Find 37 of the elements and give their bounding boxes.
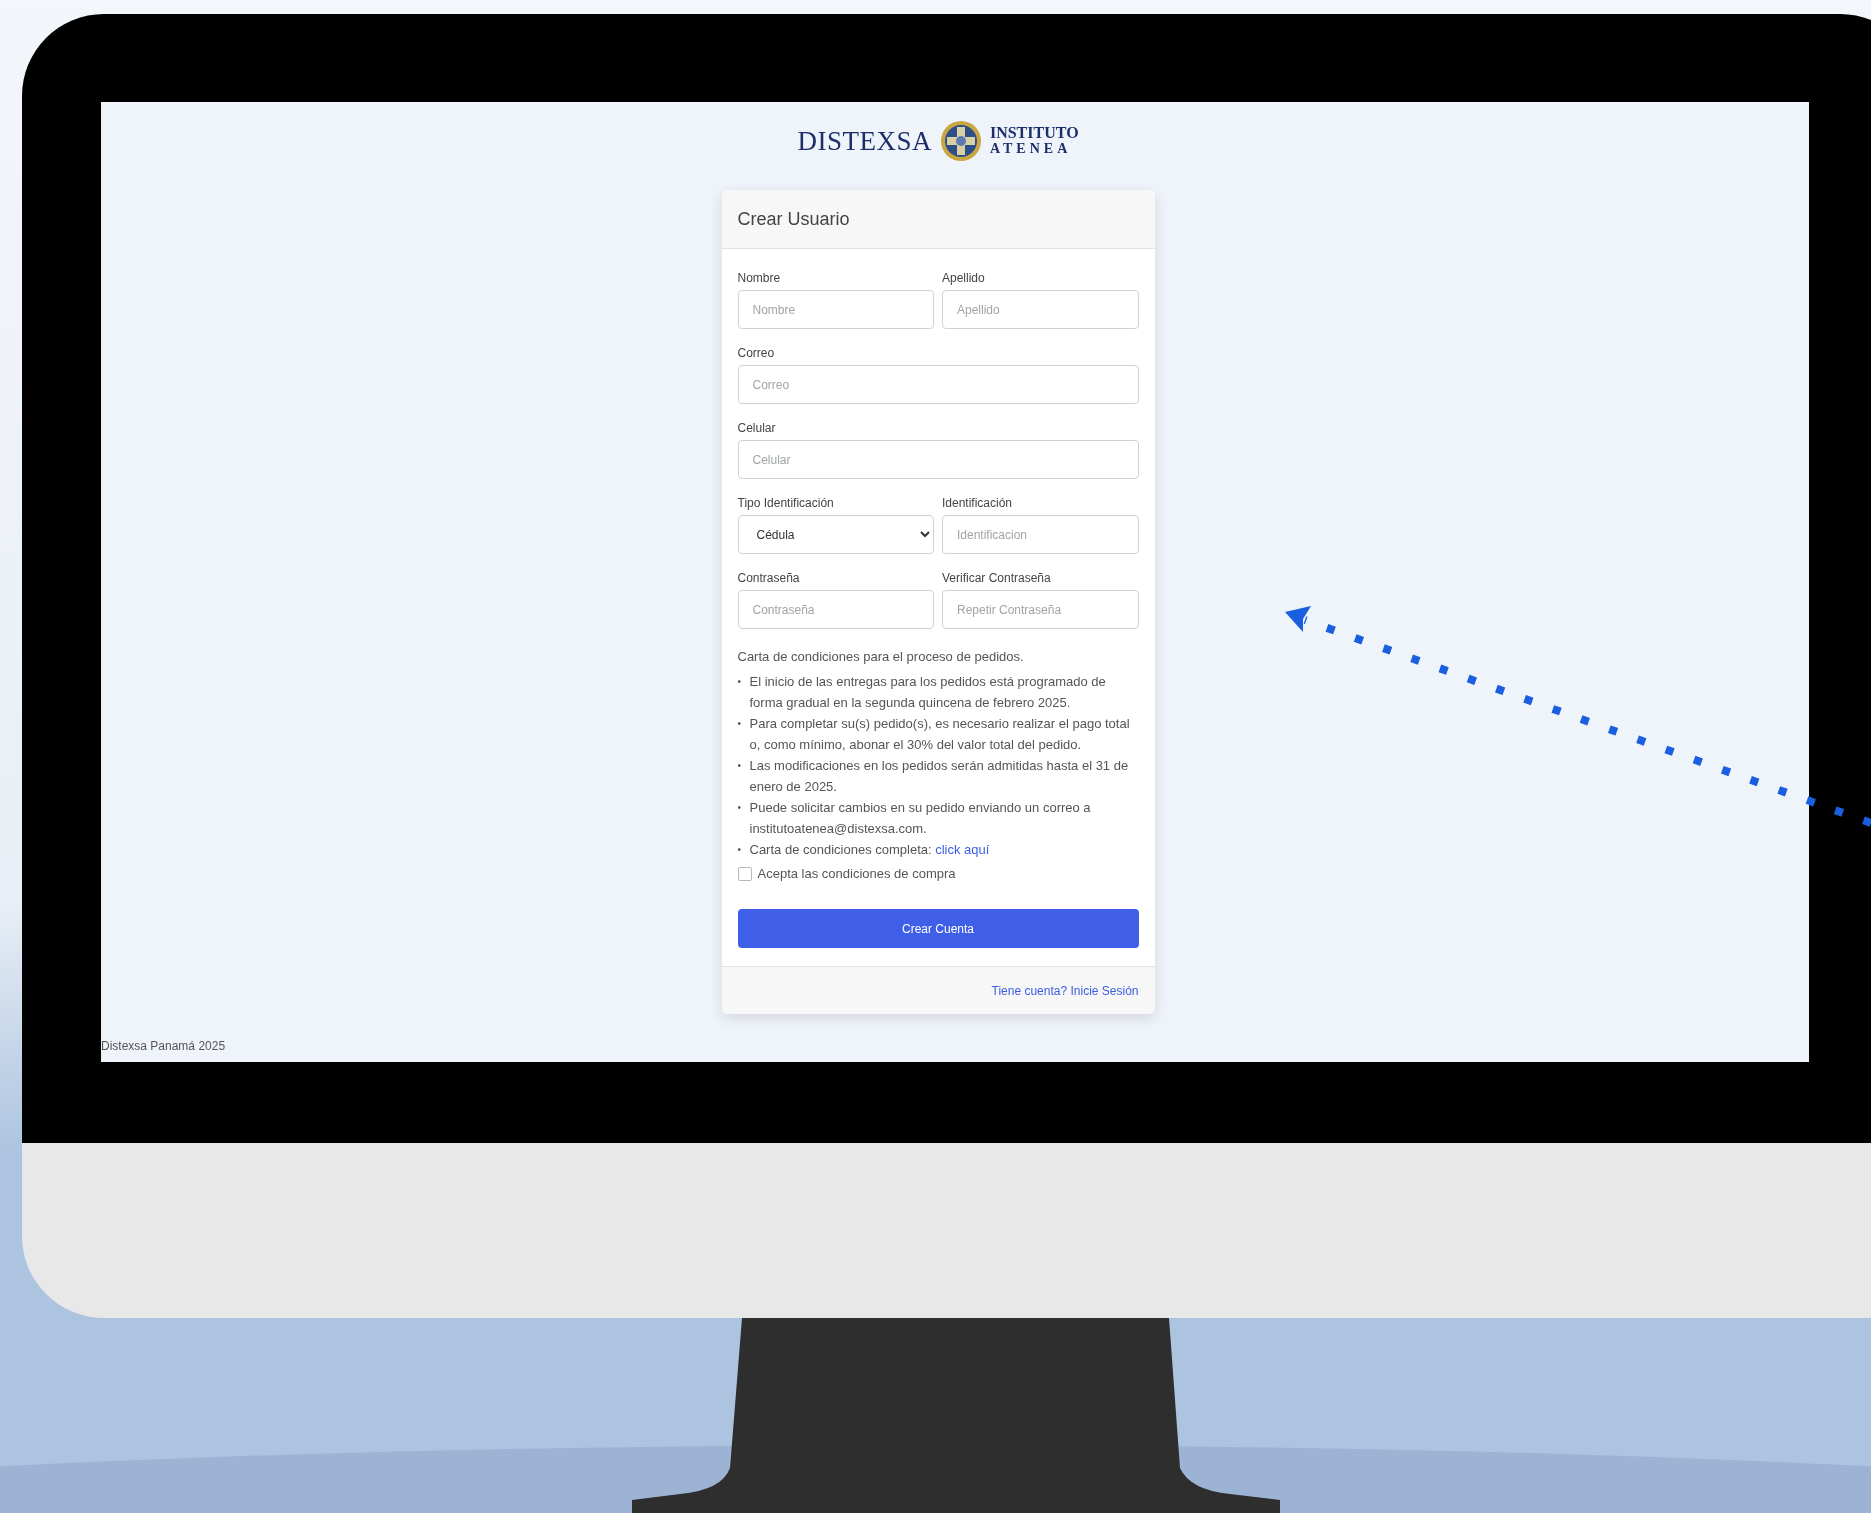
condition-item: Las modificaciones en los pedidos serán admitidas hasta el 31 de enero de 2025. — [749, 757, 1130, 796]
seal-icon — [939, 120, 982, 162]
card-title: Crear Usuario — [737, 208, 850, 230]
field-label: Celular — [737, 421, 777, 435]
bullet-marker: • — [737, 801, 742, 815]
create-account-button[interactable]: Crear Cuenta — [737, 909, 1139, 948]
bullet-marker: • — [737, 843, 742, 857]
conditions-intro: Carta de condiciones para el proceso de pedidos. — [737, 648, 1025, 666]
field-label: Identificación — [942, 496, 1014, 510]
password-field[interactable]: Contraseña — [737, 590, 934, 629]
dropdown-field[interactable]: Cédula — [737, 515, 934, 554]
bullet-marker: • — [737, 759, 742, 773]
bullet-marker: • — [737, 717, 742, 731]
condition-item: Carta de condiciones completa: click aquí — [749, 841, 990, 859]
conditions-link[interactable]: click aquí — [935, 842, 990, 857]
institute-logo-text: INSTITUTO ATENEA — [989, 125, 1079, 157]
checkbox-label: Acepta las condiciones de compra — [757, 866, 956, 881]
condition-item: Puede solicitar cambios en su pedido enviando un correo a institutoatenea@distexsa.com. — [749, 799, 1092, 838]
field-label: Tipo Identificación — [737, 496, 835, 510]
login-link[interactable]: Tiene cuenta? Inicie Sesión — [991, 983, 1139, 998]
field-label: Verificar Contraseña — [942, 571, 1052, 585]
bullet-marker: • — [737, 675, 742, 689]
field-label: Apellido — [942, 271, 986, 285]
text-field[interactable]: Celular — [737, 440, 1139, 479]
brand-logo-text: DISTEXSA — [797, 125, 932, 157]
condition-item: El inicio de las entregas para los pedidos está programado de forma gradual en la segunda quincena de febrero 2025. — [749, 673, 1107, 712]
text-field[interactable]: Identificacion — [942, 515, 1139, 554]
field-label: Contraseña — [737, 571, 801, 585]
checkbox[interactable] — [737, 866, 752, 881]
text-field[interactable]: Nombre — [737, 290, 934, 329]
password-field[interactable]: Repetir Contraseña — [942, 590, 1139, 629]
condition-item: Para completar su(s) pedido(s), es necesario realizar el pago total o, como mínimo, abonar el 30% del valor total del pedido. — [749, 715, 1131, 754]
text-field[interactable]: Correo — [737, 365, 1139, 404]
page-footer-text: Distexsa Panamá 2025 — [101, 1039, 226, 1053]
text-field[interactable]: Apellido — [942, 290, 1139, 329]
field-label: Correo — [737, 346, 776, 360]
field-label: Nombre — [737, 271, 782, 285]
